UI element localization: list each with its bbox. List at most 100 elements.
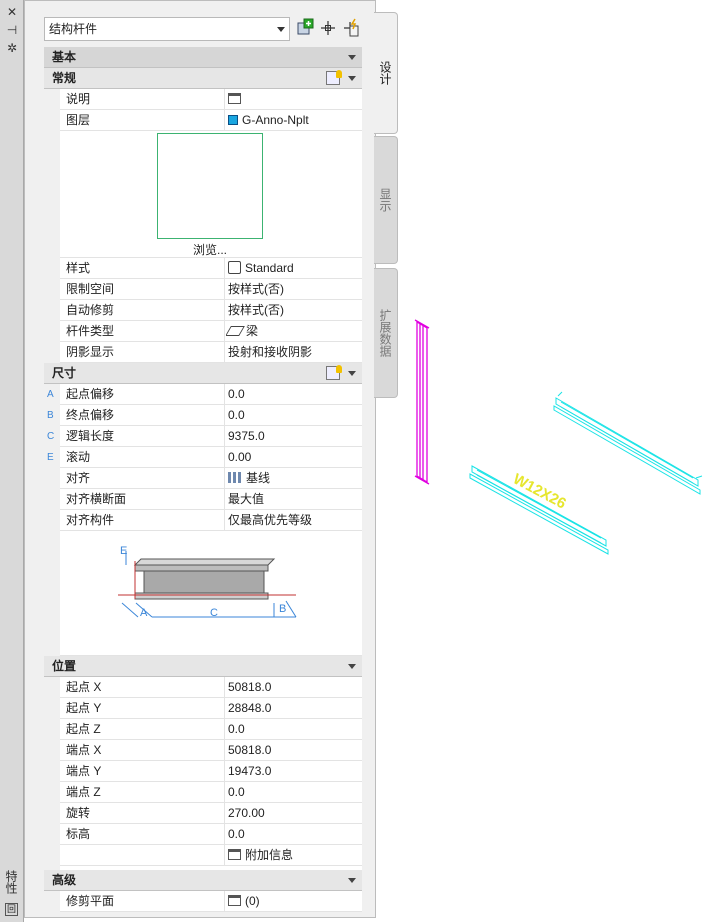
- prop-label: 终点偏移: [60, 405, 225, 425]
- prop-label: [60, 845, 225, 865]
- section-basic[interactable]: 基本: [44, 47, 362, 68]
- prop-justify-member[interactable]: 对齐构件 仅最高优先等级: [60, 510, 362, 531]
- quick-select-icon[interactable]: [341, 17, 361, 39]
- object-type-dropdown[interactable]: 结构杆件: [44, 17, 290, 41]
- prop-end-y[interactable]: 端点 Y 19473.0: [60, 761, 362, 782]
- prop-value[interactable]: G-Anno-Nplt: [226, 110, 362, 130]
- selected-member[interactable]: [414, 319, 430, 485]
- palette-title: 特性: [4, 870, 18, 894]
- section-title: 常规: [52, 71, 77, 85]
- prop-value[interactable]: 50818.0: [226, 677, 362, 697]
- trim-planes-value: (0): [245, 894, 260, 908]
- prop-additional-info[interactable]: 附加信息: [60, 845, 362, 866]
- prop-value[interactable]: 28848.0: [226, 698, 362, 718]
- prop-end-z[interactable]: 端点 Z 0.0: [60, 782, 362, 803]
- property-grid: 基本 常规 说明 图层 G-Anno-Nplt 浏览... 样式 Standard …: [44, 47, 362, 912]
- quick-properties-icon[interactable]: [326, 365, 342, 380]
- worksheet-icon[interactable]: [228, 895, 241, 907]
- beam-member-2[interactable]: [469, 465, 609, 555]
- worksheet-icon[interactable]: [228, 93, 241, 105]
- prop-elevation[interactable]: 标高 0.0: [60, 824, 362, 845]
- tab-extended-data[interactable]: 扩展数据: [374, 268, 398, 398]
- prop-value[interactable]: 投射和接收阴影: [226, 342, 362, 362]
- prop-end-x[interactable]: 端点 X 50818.0: [60, 740, 362, 761]
- prop-label: 样式: [60, 258, 225, 278]
- chevron-down-icon[interactable]: [348, 76, 356, 81]
- prop-value[interactable]: 仅最高优先等级: [226, 510, 362, 530]
- worksheet-icon[interactable]: [228, 849, 241, 861]
- tab-design[interactable]: 设计: [374, 12, 398, 134]
- prop-rotation[interactable]: 旋转 270.00: [60, 803, 362, 824]
- browse-button[interactable]: 浏览...: [157, 241, 263, 258]
- prop-bound-spaces[interactable]: 限制空间 按样式(否): [60, 279, 362, 300]
- prop-trim-planes[interactable]: 修剪平面 (0): [60, 891, 362, 912]
- dim-label-e: E: [120, 545, 127, 557]
- section-dimensions[interactable]: 尺寸: [44, 363, 362, 384]
- select-objects-icon[interactable]: [318, 17, 338, 39]
- prop-value[interactable]: 最大值: [226, 489, 362, 509]
- model-space-drawing[interactable]: W12X26: [400, 300, 715, 560]
- auto-hide-icon[interactable]: ⊣: [4, 23, 20, 37]
- prop-label: 图层: [60, 110, 225, 130]
- palette-options-icon[interactable]: 回: [5, 903, 18, 916]
- prop-logical-length[interactable]: C 逻辑长度 9375.0: [47, 426, 362, 447]
- prop-value[interactable]: 0.0: [226, 405, 362, 425]
- tab-display[interactable]: 显示: [374, 136, 398, 264]
- layer-value: G-Anno-Nplt: [242, 113, 309, 127]
- close-icon[interactable]: ✕: [4, 5, 20, 19]
- chevron-down-icon[interactable]: [348, 371, 356, 376]
- prop-auto-trim[interactable]: 自动修剪 按样式(否): [60, 300, 362, 321]
- prop-value[interactable]: 按样式(否): [226, 300, 362, 320]
- prop-description[interactable]: 说明: [60, 89, 362, 110]
- section-location[interactable]: 位置: [44, 656, 362, 677]
- prop-label: 端点 X: [60, 740, 225, 760]
- prop-value[interactable]: 270.00: [226, 803, 362, 823]
- prop-start-x[interactable]: 起点 X 50818.0: [60, 677, 362, 698]
- quick-properties-icon[interactable]: [326, 70, 342, 85]
- prop-start-offset[interactable]: A 起点偏移 0.0: [47, 384, 362, 405]
- member-style-icon: [228, 261, 241, 275]
- chevron-down-icon[interactable]: [348, 664, 356, 669]
- prop-value[interactable]: [226, 89, 362, 109]
- prop-member-type[interactable]: 杆件类型 梁: [60, 321, 362, 342]
- prop-value[interactable]: 19473.0: [226, 761, 362, 781]
- prop-value[interactable]: 0.0: [226, 719, 362, 739]
- prop-justify-section[interactable]: 对齐横断面 最大值: [60, 489, 362, 510]
- prop-value[interactable]: 0.00: [226, 447, 362, 467]
- prop-shadow-display[interactable]: 阴影显示 投射和接收阴影: [60, 342, 362, 363]
- properties-panel: 结构杆件 基本 常规 说明 图层 G-Anno-Nplt 浏览... 样式 Stan…: [24, 0, 376, 918]
- prop-end-offset[interactable]: B 终点偏移 0.0: [47, 405, 362, 426]
- prop-value[interactable]: Standard: [226, 258, 362, 278]
- prop-value[interactable]: (0): [226, 891, 362, 911]
- chevron-down-icon[interactable]: [348, 55, 356, 60]
- prop-start-z[interactable]: 起点 Z 0.0: [60, 719, 362, 740]
- prop-value[interactable]: 附加信息: [226, 845, 362, 865]
- prop-value[interactable]: 梁: [226, 321, 362, 341]
- prop-style[interactable]: 样式 Standard: [60, 258, 362, 279]
- layer-color-icon: [228, 114, 238, 125]
- chevron-down-icon[interactable]: [348, 878, 356, 883]
- additional-info-label: 附加信息: [245, 848, 294, 862]
- prop-layer[interactable]: 图层 G-Anno-Nplt: [60, 110, 362, 131]
- beam-icon: [226, 325, 245, 336]
- prop-value[interactable]: 0.0: [226, 384, 362, 404]
- palette-menu-icon[interactable]: ✲: [4, 41, 20, 55]
- prop-value[interactable]: 0.0: [226, 782, 362, 802]
- prop-label: 对齐构件: [60, 510, 225, 530]
- prop-value[interactable]: 0.0: [226, 824, 362, 844]
- section-general[interactable]: 常规: [44, 68, 362, 89]
- beam-member-1[interactable]: [553, 391, 703, 495]
- prop-value[interactable]: 9375.0: [226, 426, 362, 446]
- prop-value[interactable]: 基线: [226, 468, 362, 488]
- add-selection-icon[interactable]: [295, 17, 315, 39]
- section-advanced[interactable]: 高级: [44, 870, 362, 891]
- prop-value[interactable]: 按样式(否): [226, 279, 362, 299]
- prop-value[interactable]: 50818.0: [226, 740, 362, 760]
- prop-start-y[interactable]: 起点 Y 28848.0: [60, 698, 362, 719]
- object-type-value: 结构杆件: [49, 22, 98, 36]
- prop-justify[interactable]: 对齐 基线: [60, 468, 362, 489]
- prop-roll[interactable]: E 滚动 0.00: [47, 447, 362, 468]
- dim-label-b: B: [279, 603, 286, 615]
- prop-label: 标高: [60, 824, 225, 844]
- prop-label: 自动修剪: [60, 300, 225, 320]
